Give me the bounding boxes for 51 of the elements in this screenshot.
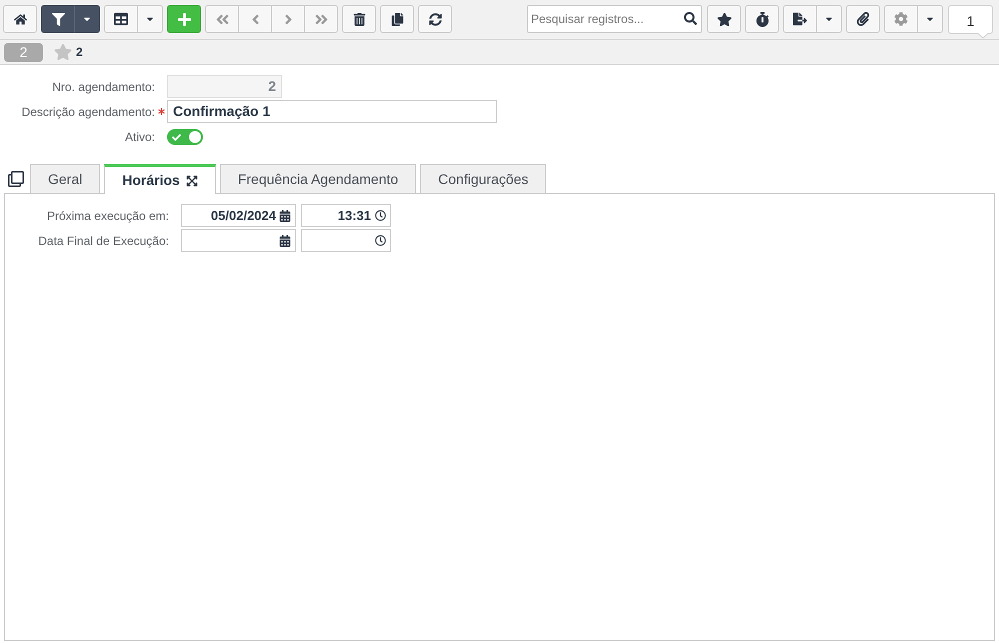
attachment-button[interactable] [846, 5, 880, 33]
toggle-switch[interactable] [167, 129, 203, 145]
field-label: Descrição agendamento: [22, 104, 155, 120]
field-label: Próxima execução em: [46, 208, 169, 224]
field-label: Nro. agendamento: [52, 78, 155, 96]
delete-button[interactable] [342, 5, 376, 33]
clock-icon[interactable] [375, 235, 386, 246]
time-field[interactable] [301, 229, 391, 252]
paperclip-icon [856, 12, 870, 26]
tab[interactable]: Configurações [420, 164, 546, 194]
add-button[interactable] [167, 5, 201, 33]
file-export-icon [793, 12, 807, 26]
trash-icon [352, 12, 366, 26]
home-button[interactable] [3, 5, 37, 33]
settings-icon [894, 12, 908, 26]
refresh-icon [428, 12, 442, 26]
favorite-button[interactable] [707, 5, 741, 33]
stopwatch-icon [754, 12, 770, 26]
calendar-icon[interactable] [279, 234, 291, 246]
timer-button[interactable] [745, 5, 779, 33]
calendar-icon[interactable] [279, 210, 291, 222]
date-field[interactable]: 05/02/2024 [181, 204, 296, 227]
duplicate-button[interactable] [380, 5, 414, 33]
star-icon[interactable] [54, 43, 72, 61]
page-number-field[interactable]: 1 [948, 5, 993, 39]
tab[interactable]: Horários [104, 164, 216, 194]
plus-icon [176, 12, 192, 26]
home-icon [14, 12, 26, 26]
tab[interactable]: Frequência Agendamento [220, 164, 416, 194]
field-label: Data Final de Execução: [38, 232, 169, 250]
clock-icon[interactable] [375, 210, 386, 221]
refresh-button[interactable] [418, 5, 452, 33]
record-title: 2 [76, 44, 83, 61]
date-field[interactable] [181, 229, 296, 252]
copy-icon [390, 12, 404, 26]
filter-icon [52, 12, 64, 26]
grid-view-button[interactable] [104, 5, 138, 33]
export-button[interactable] [783, 5, 817, 33]
search-field[interactable]: Pesquisar registros... [527, 5, 702, 33]
input-field[interactable]: Confirmação 1 [167, 100, 497, 123]
table-icon [114, 12, 128, 26]
field-label: Ativo: [124, 129, 155, 146]
clone-icon[interactable] [8, 171, 24, 187]
expand-icon[interactable] [186, 174, 198, 186]
time-field[interactable]: 13:31 [301, 204, 391, 227]
tab[interactable]: Geral [30, 164, 100, 194]
filter-button[interactable] [41, 5, 75, 33]
dropdown-button[interactable] [74, 5, 100, 33]
search-icon[interactable] [684, 12, 697, 25]
star-icon [716, 12, 732, 26]
check-icon [172, 132, 181, 142]
